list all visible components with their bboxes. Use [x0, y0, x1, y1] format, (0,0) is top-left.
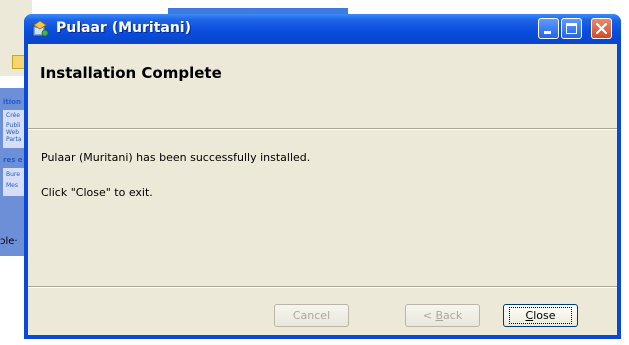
- exit-instruction: Click "Close" to exit.: [41, 186, 153, 199]
- close-button[interactable]: Close: [503, 304, 578, 327]
- back-mnemonic: B: [435, 309, 444, 322]
- background-text-fragment: ɔle·: [0, 236, 18, 247]
- close-button-label: Close: [508, 307, 573, 324]
- maximize-icon: [566, 23, 577, 34]
- dialog-body: Installation Complete Pulaar (Muritani) …: [28, 44, 617, 335]
- title-bar[interactable]: Pulaar (Muritani): [24, 14, 621, 44]
- close-label-rest: lose: [533, 309, 556, 322]
- header-separator: [28, 128, 617, 130]
- cancel-button[interactable]: Cancel: [274, 304, 349, 327]
- back-button[interactable]: < Back: [405, 304, 480, 327]
- minimize-icon: [544, 31, 551, 34]
- cancel-button-label: Cancel: [292, 309, 331, 322]
- back-label-rest: ack: [443, 309, 463, 322]
- close-window-button[interactable]: [591, 18, 612, 39]
- close-icon: [595, 22, 608, 35]
- installer-dialog: Pulaar (Muritani) Installation Complete …: [24, 14, 621, 339]
- maximize-button[interactable]: [561, 18, 582, 39]
- installer-icon: [32, 20, 49, 37]
- page-heading: Installation Complete: [40, 64, 222, 82]
- footer-separator: [28, 286, 617, 288]
- back-button-label: < Back: [423, 309, 462, 322]
- back-arrow-glyph: <: [422, 309, 436, 322]
- minimize-button[interactable]: [538, 18, 559, 39]
- window-title: Pulaar (Muritani): [56, 20, 192, 36]
- success-message: Pulaar (Muritani) has been successfully …: [41, 151, 311, 164]
